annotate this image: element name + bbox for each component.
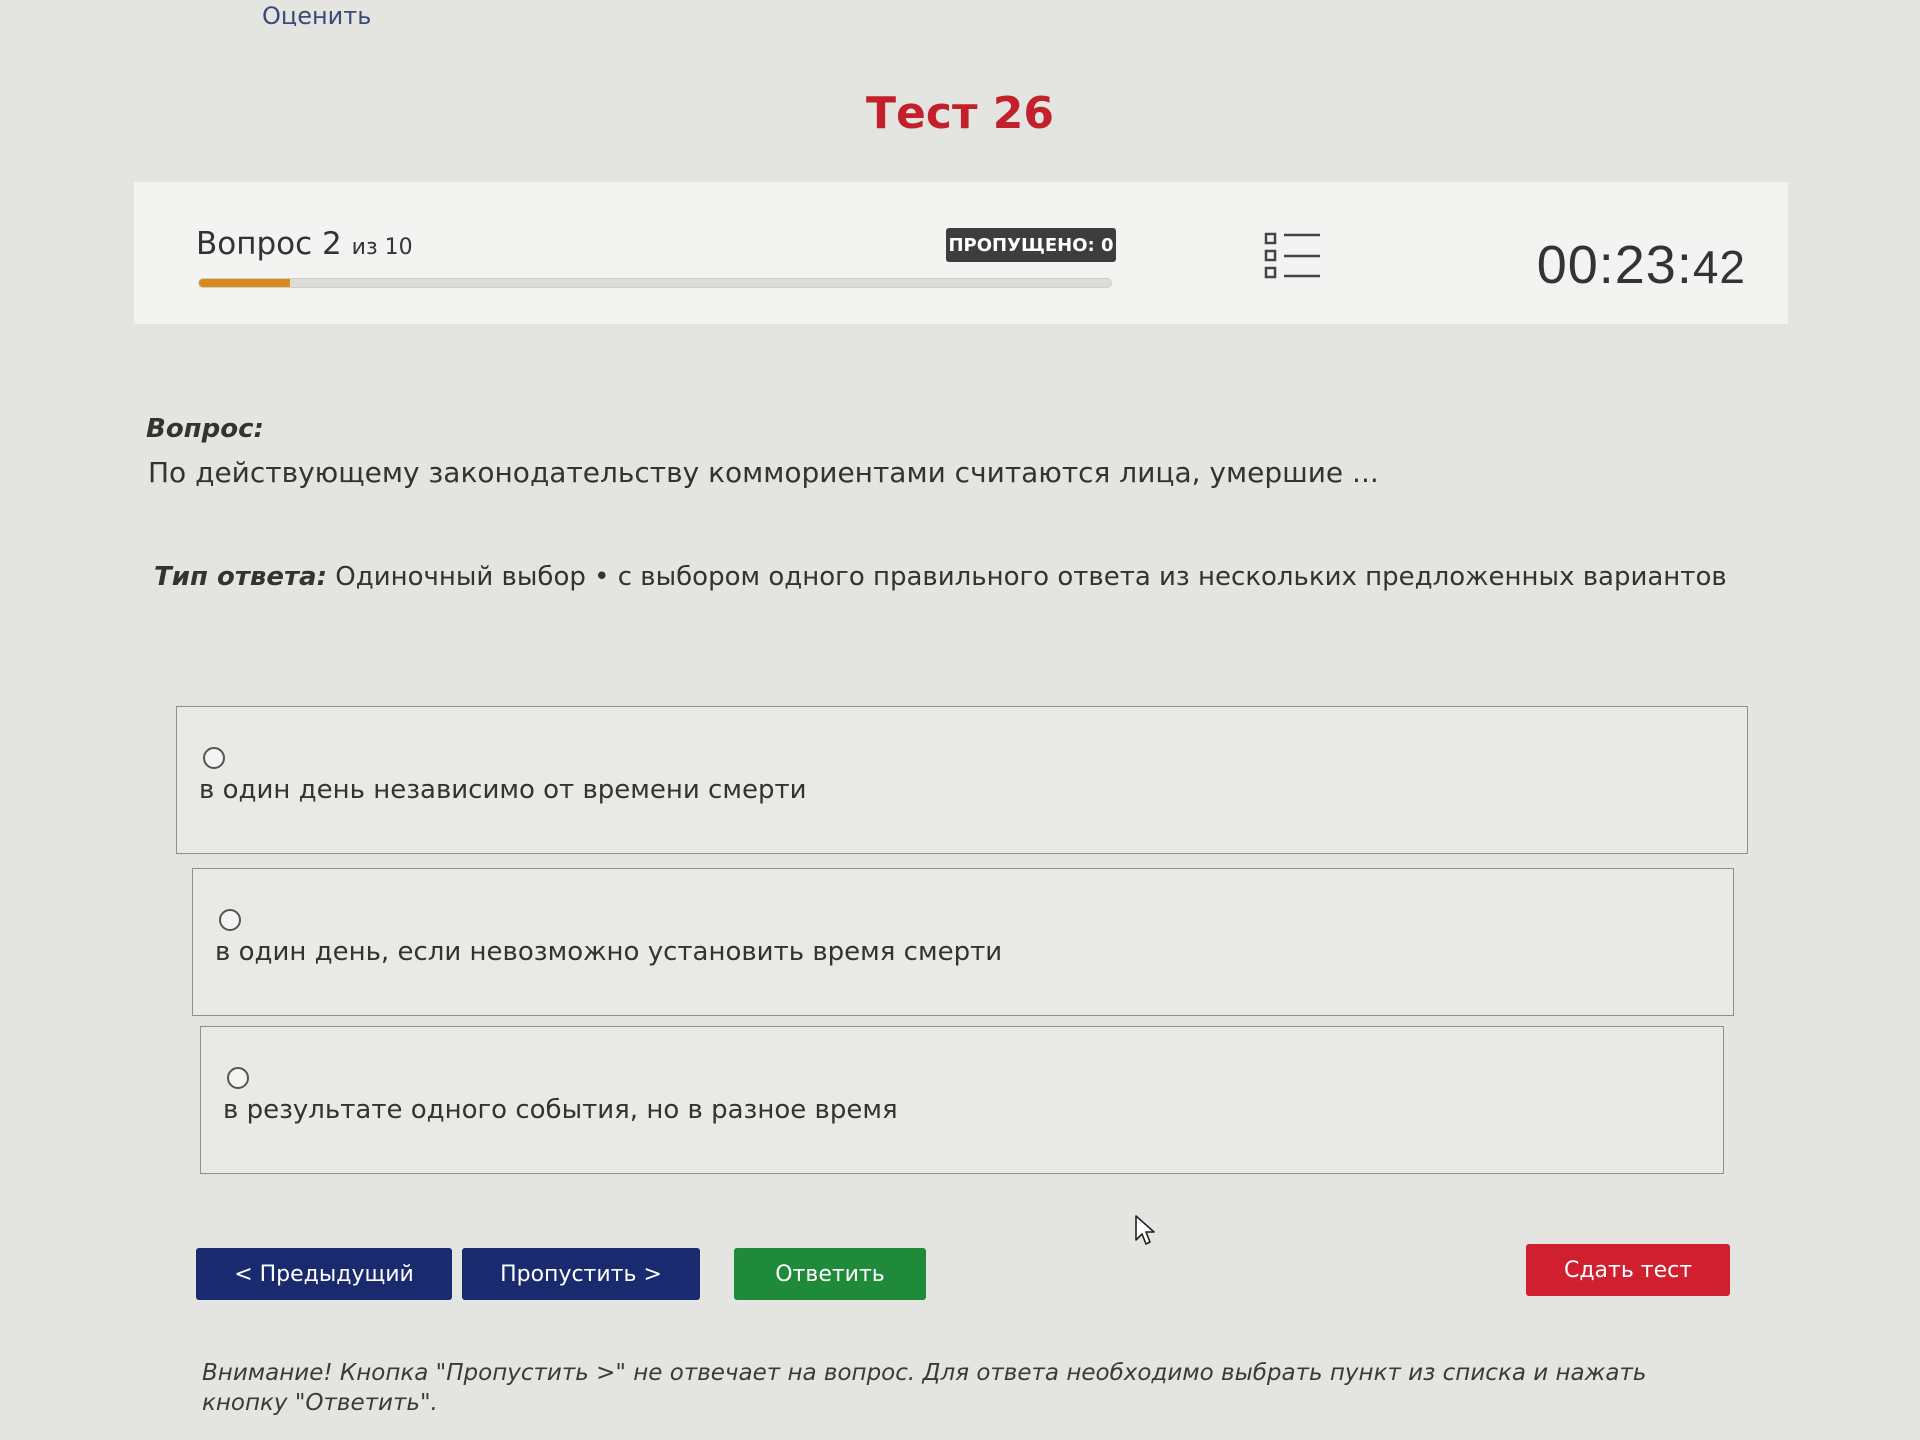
submit-test-button[interactable]: Сдать тест: [1526, 1244, 1730, 1296]
answer-type-value: Одиночный выбор • с выбором одного прави…: [335, 562, 1727, 592]
countdown-timer: 00:23:42: [1537, 234, 1746, 296]
question-list-icon[interactable]: [1264, 232, 1322, 280]
test-header-panel: Вопрос 2 из 10 ПРОПУЩЕНО: 0 00:23:42: [134, 182, 1788, 324]
answer-button[interactable]: Ответить: [734, 1248, 926, 1300]
answer-type-label: Тип ответа:: [154, 562, 327, 592]
question-label: Вопрос:: [146, 414, 264, 444]
answer-option-3[interactable]: в результате одного события, но в разное…: [200, 1026, 1724, 1174]
previous-button[interactable]: < Предыдущий: [196, 1248, 452, 1300]
question-text: По действующему законодательству коммори…: [148, 456, 1379, 489]
mouse-cursor-icon: [1135, 1215, 1155, 1245]
test-page: Оценить Тест 26 Вопрос 2 из 10 ПРОПУЩЕНО…: [0, 0, 1920, 1440]
timer-hours-minutes: 00:23:: [1536, 235, 1693, 295]
rate-link[interactable]: Оценить: [262, 4, 371, 26]
test-title: Тест 26: [866, 88, 1054, 139]
answer-type: Тип ответа: Одиночный выбор • с выбором …: [154, 562, 1727, 592]
radio-button[interactable]: [227, 1067, 249, 1089]
answer-option-text: в один день независимо от времени смерти: [199, 775, 807, 805]
question-counter: Вопрос 2 из 10: [196, 226, 413, 262]
answer-option-2[interactable]: в один день, если невозможно установить …: [192, 868, 1734, 1016]
skipped-badge: ПРОПУЩЕНО: 0: [946, 228, 1116, 262]
progress-bar-fill: [199, 279, 291, 287]
answer-option-text: в один день, если невозможно установить …: [215, 937, 1003, 967]
question-counter-current: Вопрос 2: [196, 226, 342, 262]
radio-button[interactable]: [203, 747, 225, 769]
notice-text: Внимание! Кнопка "Пропустить >" не отвеч…: [202, 1360, 1647, 1416]
question-counter-total: из 10: [351, 235, 413, 260]
skip-button[interactable]: Пропустить >: [462, 1248, 700, 1300]
timer-seconds: 42: [1692, 241, 1746, 293]
answer-option-1[interactable]: в один день независимо от времени смерти: [176, 706, 1748, 854]
progress-bar: [198, 278, 1112, 288]
radio-button[interactable]: [219, 909, 241, 931]
answer-option-text: в результате одного события, но в разное…: [223, 1095, 898, 1125]
